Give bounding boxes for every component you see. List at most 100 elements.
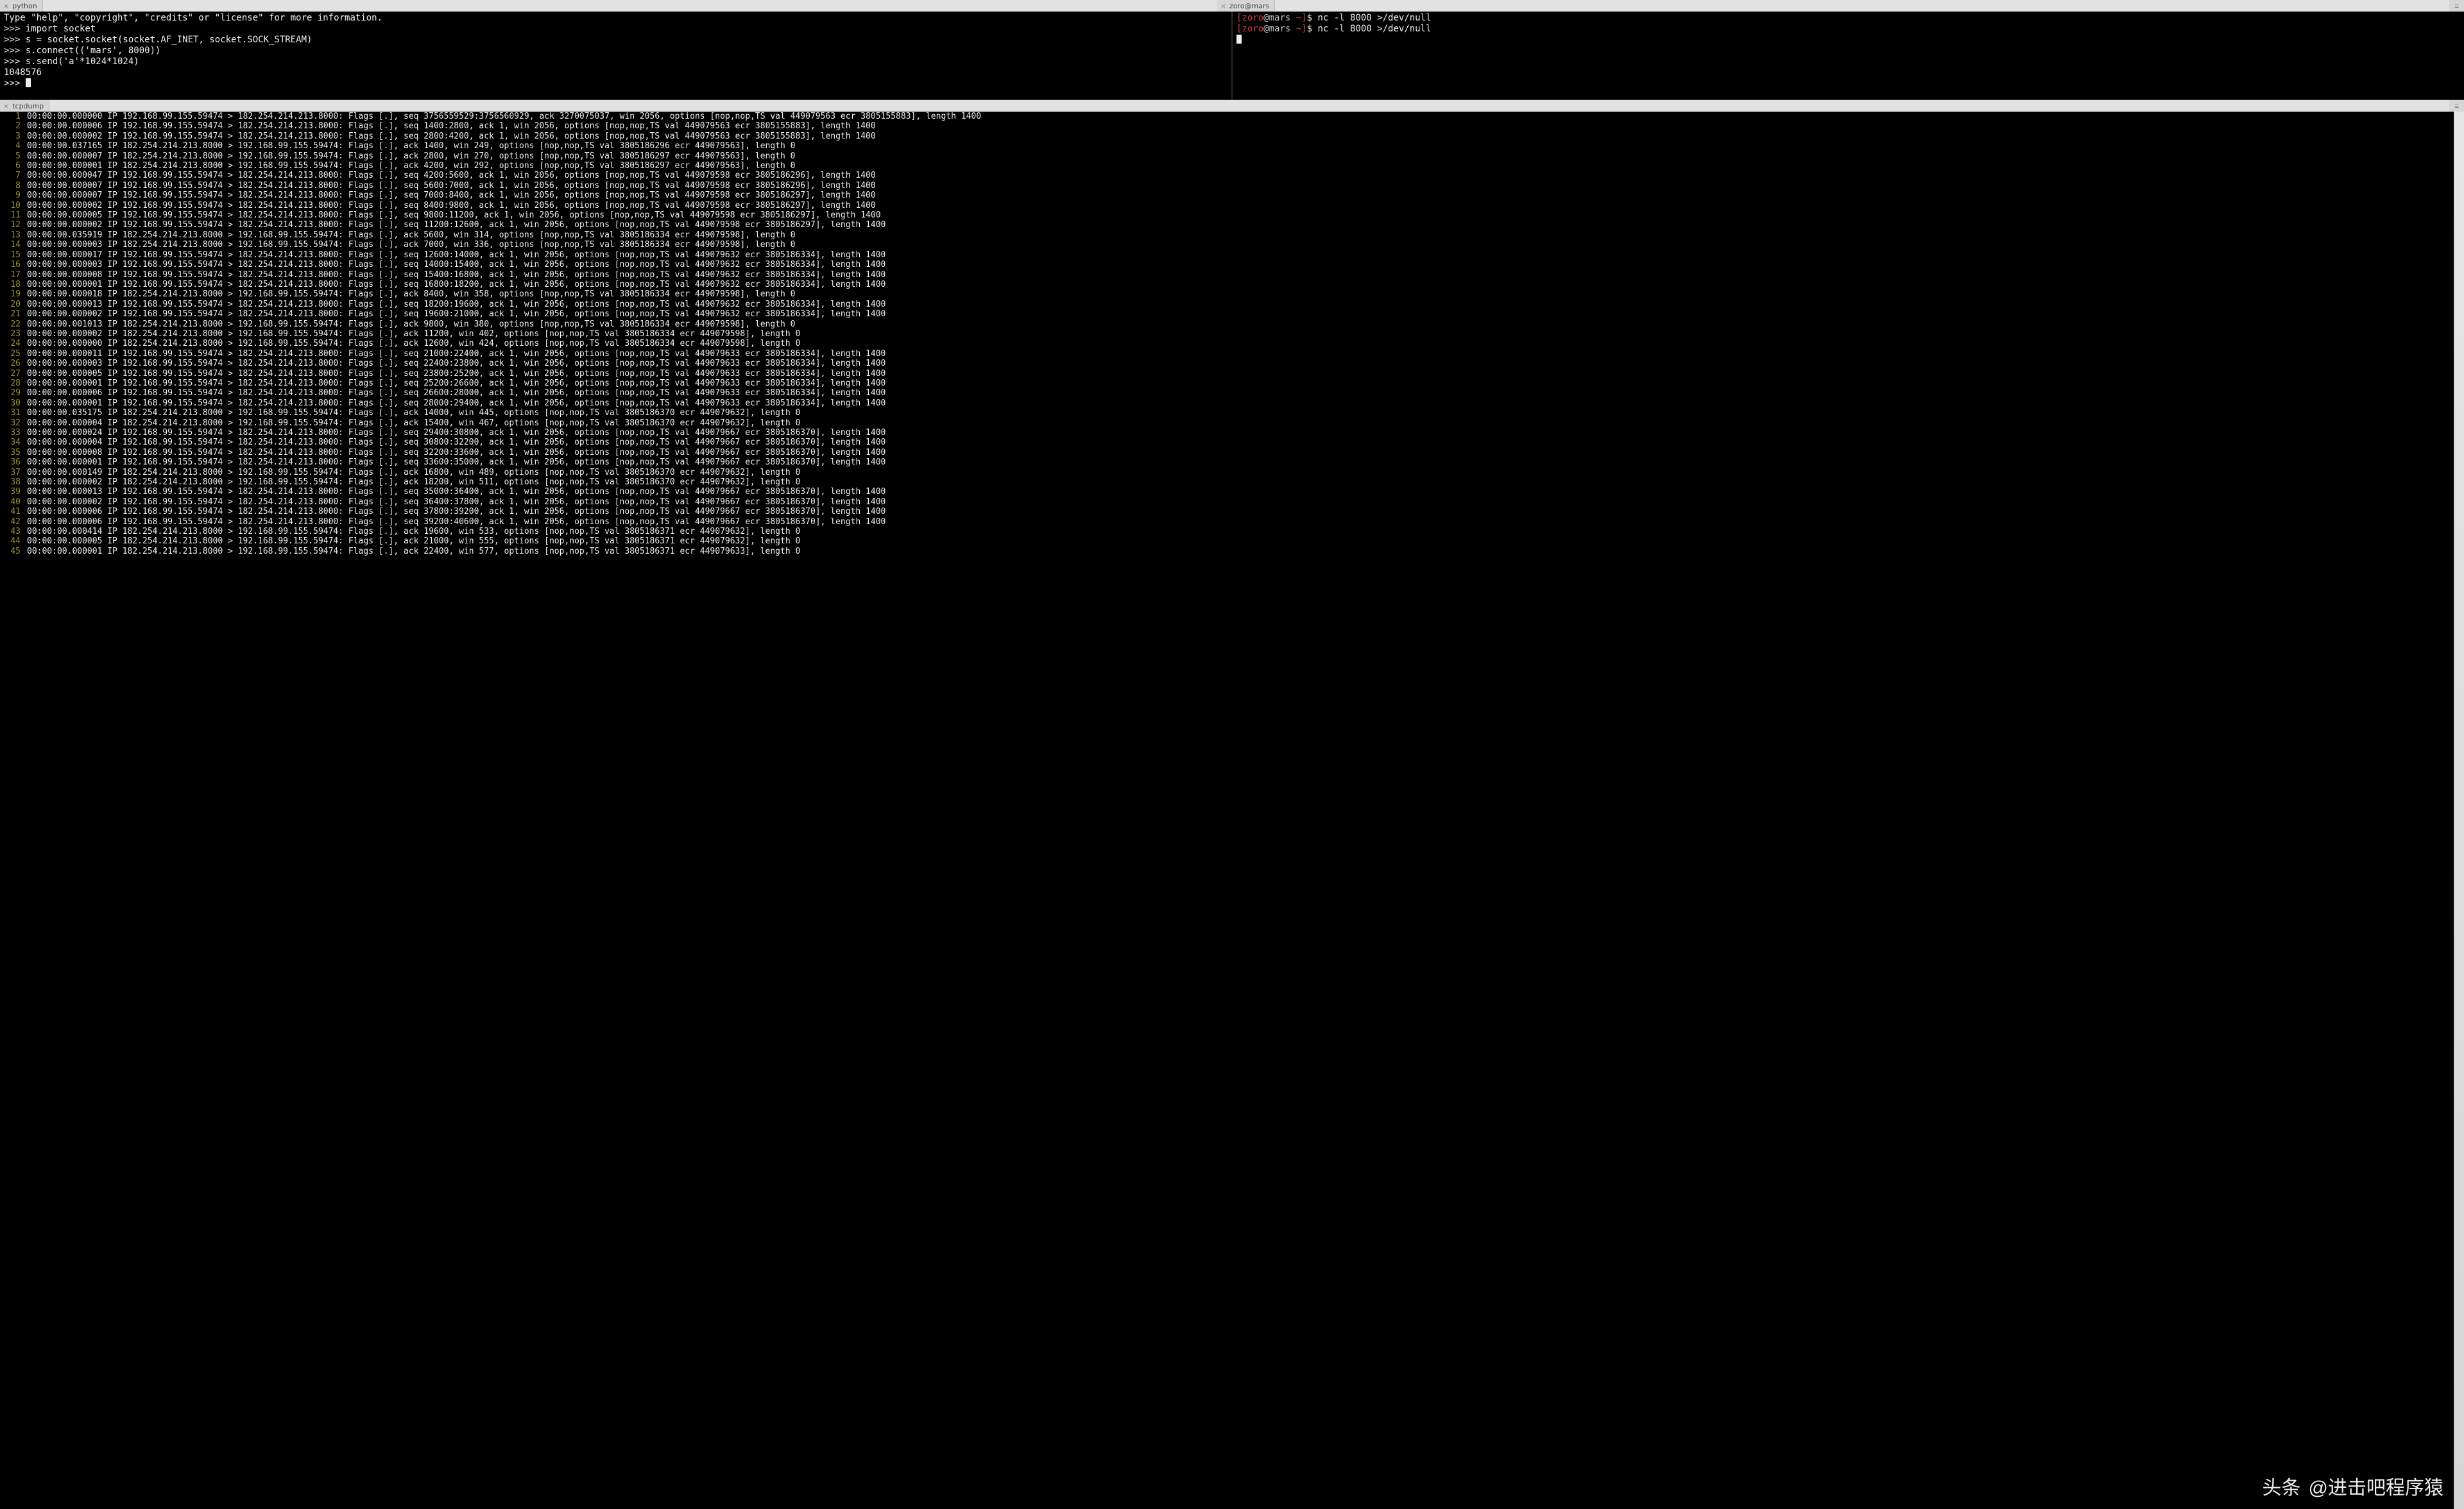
python-line: >>> s = socket.socket(socket.AF_INET, so… [4,35,1228,46]
tcpdump-row: 2400:00:00.000000 IP 182.254.214.213.800… [0,339,2450,348]
tcpdump-row: 3800:00:00.000002 IP 182.254.214.213.800… [0,477,2450,487]
line-number: 28 [0,379,27,388]
close-icon[interactable]: × [1220,2,1226,10]
top-tabbar: × python × zoro@mars ≡ [0,0,2464,12]
scrollbar[interactable] [2454,112,2464,1509]
python-terminal[interactable]: Type "help", "copyright", "credits" or "… [0,12,1231,99]
tab-ssh[interactable]: × zoro@mars [1217,0,1275,12]
line-number: 36 [0,457,27,467]
tcpdump-text: 00:00:00.035919 IP 182.254.214.213.8000 … [27,230,2450,240]
tcpdump-row: 1100:00:00.000005 IP 192.168.99.155.5947… [0,210,2450,220]
line-number: 17 [0,270,27,280]
tcpdump-text: 00:00:00.000007 IP 182.254.214.213.8000 … [27,151,2450,161]
line-number: 5 [0,151,27,161]
python-line: 1048576 [4,67,1228,78]
tcpdump-row: 3600:00:00.000001 IP 192.168.99.155.5947… [0,457,2450,467]
line-number: 43 [0,527,27,536]
cursor [1236,35,1242,44]
tcpdump-row: 100:00:00.000000 IP 192.168.99.155.59474… [0,112,2450,121]
close-icon[interactable]: × [3,2,9,10]
tcpdump-row: 4400:00:00.000005 IP 182.254.214.213.800… [0,536,2450,546]
tcpdump-row: 3300:00:00.000024 IP 192.168.99.155.5947… [0,428,2450,438]
tcpdump-row: 3900:00:00.000013 IP 192.168.99.155.5947… [0,487,2450,497]
tcpdump-text: 00:00:00.000017 IP 192.168.99.155.59474 … [27,250,2450,260]
line-number: 21 [0,309,27,319]
tcpdump-text: 00:00:00.000005 IP 192.168.99.155.59474 … [27,210,2450,220]
window-controls: ≡ [2449,100,2464,112]
tcpdump-row: 2900:00:00.000006 IP 192.168.99.155.5947… [0,388,2450,398]
line-number: 40 [0,497,27,507]
line-number: 12 [0,220,27,230]
tcpdump-row: 2800:00:00.000001 IP 192.168.99.155.5947… [0,379,2450,388]
tcpdump-text: 00:00:00.000002 IP 192.168.99.155.59474 … [27,201,2450,210]
python-line: >>> s.connect(('mars', 8000)) [4,46,1228,56]
tcpdump-row: 1700:00:00.000008 IP 192.168.99.155.5947… [0,270,2450,280]
tcpdump-row: 1200:00:00.000002 IP 192.168.99.155.5947… [0,220,2450,230]
tcpdump-text: 00:00:00.000047 IP 192.168.99.155.59474 … [27,171,2450,180]
tcpdump-output[interactable]: 100:00:00.000000 IP 192.168.99.155.59474… [0,112,2454,1509]
ssh-terminal[interactable]: [zoro@mars ~]$ nc -l 8000 >/dev/null[zor… [1233,12,2464,99]
tcpdump-text: 00:00:00.000001 IP 192.168.99.155.59474 … [27,280,2450,289]
tcpdump-row: 500:00:00.000007 IP 182.254.214.213.8000… [0,151,2450,161]
tcpdump-row: 4100:00:00.000006 IP 192.168.99.155.5947… [0,507,2450,516]
tcpdump-text: 00:00:00.000414 IP 182.254.214.213.8000 … [27,527,2450,536]
tcpdump-row: 300:00:00.000002 IP 192.168.99.155.59474… [0,132,2450,141]
python-line: >>> [4,78,1228,89]
tcpdump-text: 00:00:00.000149 IP 182.254.214.213.8000 … [27,468,2450,477]
tcpdump-text: 00:00:00.000002 IP 192.168.99.155.59474 … [27,309,2450,319]
tcpdump-row: 1400:00:00.000003 IP 182.254.214.213.800… [0,240,2450,250]
line-number: 18 [0,280,27,289]
tcpdump-row: 600:00:00.000001 IP 182.254.214.213.8000… [0,161,2450,171]
tcpdump-row: 4000:00:00.000002 IP 192.168.99.155.5947… [0,497,2450,507]
tcpdump-text: 00:00:00.000000 IP 192.168.99.155.59474 … [27,112,2450,121]
tcpdump-text: 00:00:00.000011 IP 192.168.99.155.59474 … [27,349,2450,359]
line-number: 42 [0,517,27,527]
tcpdump-row: 2300:00:00.000002 IP 182.254.214.213.800… [0,329,2450,339]
tab-tcpdump[interactable]: × tcpdump [0,100,49,112]
tcpdump-row: 2100:00:00.000002 IP 192.168.99.155.5947… [0,309,2450,319]
python-terminal-pane[interactable]: Type "help", "copyright", "credits" or "… [0,12,1233,99]
line-number: 19 [0,289,27,299]
tcpdump-row: 3700:00:00.000149 IP 182.254.214.213.800… [0,468,2450,477]
line-number: 41 [0,507,27,516]
line-number: 9 [0,191,27,200]
tcpdump-row: 400:00:00.037165 IP 182.254.214.213.8000… [0,141,2450,151]
tcpdump-text: 00:00:00.000008 IP 192.168.99.155.59474 … [27,270,2450,280]
ssh-terminal-pane[interactable]: [zoro@mars ~]$ nc -l 8000 >/dev/null[zor… [1233,12,2464,99]
close-icon[interactable]: × [3,102,9,110]
tcpdump-text: 00:00:00.000000 IP 182.254.214.213.8000 … [27,339,2450,348]
line-number: 10 [0,201,27,210]
line-number: 3 [0,132,27,141]
menu-icon[interactable]: ≡ [2454,102,2459,110]
tcpdump-text: 00:00:00.000002 IP 182.254.214.213.8000 … [27,329,2450,339]
tcpdump-row: 2600:00:00.000003 IP 192.168.99.155.5947… [0,359,2450,368]
line-number: 33 [0,428,27,438]
tcpdump-row: 1800:00:00.000001 IP 192.168.99.155.5947… [0,280,2450,289]
line-number: 24 [0,339,27,348]
tab-python[interactable]: × python [0,0,43,12]
tcpdump-text: 00:00:00.000018 IP 182.254.214.213.8000 … [27,289,2450,299]
python-line: >>> import socket [4,24,1228,35]
tab-label: tcpdump [12,102,44,110]
line-number: 45 [0,547,27,556]
line-number: 34 [0,438,27,447]
tcpdump-text: 00:00:00.000008 IP 192.168.99.155.59474 … [27,448,2450,457]
tcpdump-row: 3200:00:00.000004 IP 182.254.214.213.800… [0,418,2450,428]
line-number: 2 [0,121,27,131]
tcpdump-row: 2200:00:00.001013 IP 182.254.214.213.800… [0,320,2450,329]
ssh-line: [zoro@mars ~]$ nc -l 8000 >/dev/null [1236,24,2460,35]
cursor [26,78,31,87]
line-number: 7 [0,171,27,180]
menu-icon[interactable]: ≡ [2454,2,2459,10]
tcpdump-text: 00:00:00.001013 IP 182.254.214.213.8000 … [27,320,2450,329]
tcpdump-row: 1000:00:00.000002 IP 192.168.99.155.5947… [0,201,2450,210]
tcpdump-row: 1900:00:00.000018 IP 182.254.214.213.800… [0,289,2450,299]
tcpdump-text: 00:00:00.000002 IP 192.168.99.155.59474 … [27,220,2450,230]
tcpdump-text: 00:00:00.000005 IP 192.168.99.155.59474 … [27,369,2450,379]
tcpdump-row: 200:00:00.000006 IP 192.168.99.155.59474… [0,121,2450,131]
tcpdump-text: 00:00:00.035175 IP 182.254.214.213.8000 … [27,408,2450,418]
tcpdump-row: 3500:00:00.000008 IP 192.168.99.155.5947… [0,448,2450,457]
tcpdump-row: 1300:00:00.035919 IP 182.254.214.213.800… [0,230,2450,240]
tcpdump-text: 00:00:00.000004 IP 182.254.214.213.8000 … [27,418,2450,428]
tcpdump-text: 00:00:00.000004 IP 192.168.99.155.59474 … [27,438,2450,447]
